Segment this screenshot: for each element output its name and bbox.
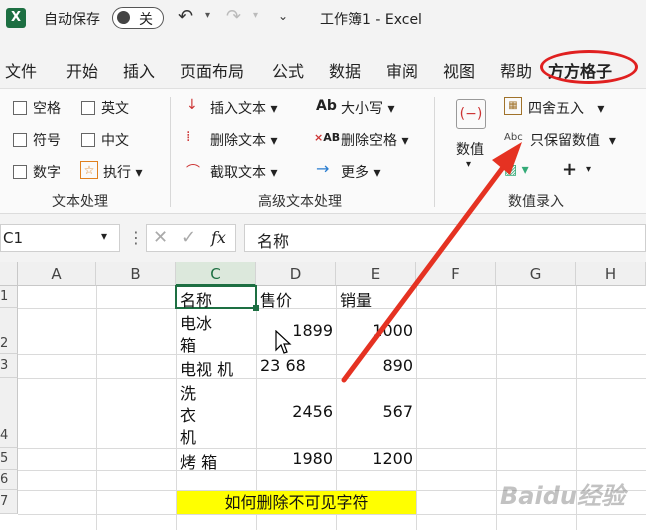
watermark: Baidu经验 <box>500 482 625 510</box>
annotation-arrow-icon <box>341 142 522 383</box>
